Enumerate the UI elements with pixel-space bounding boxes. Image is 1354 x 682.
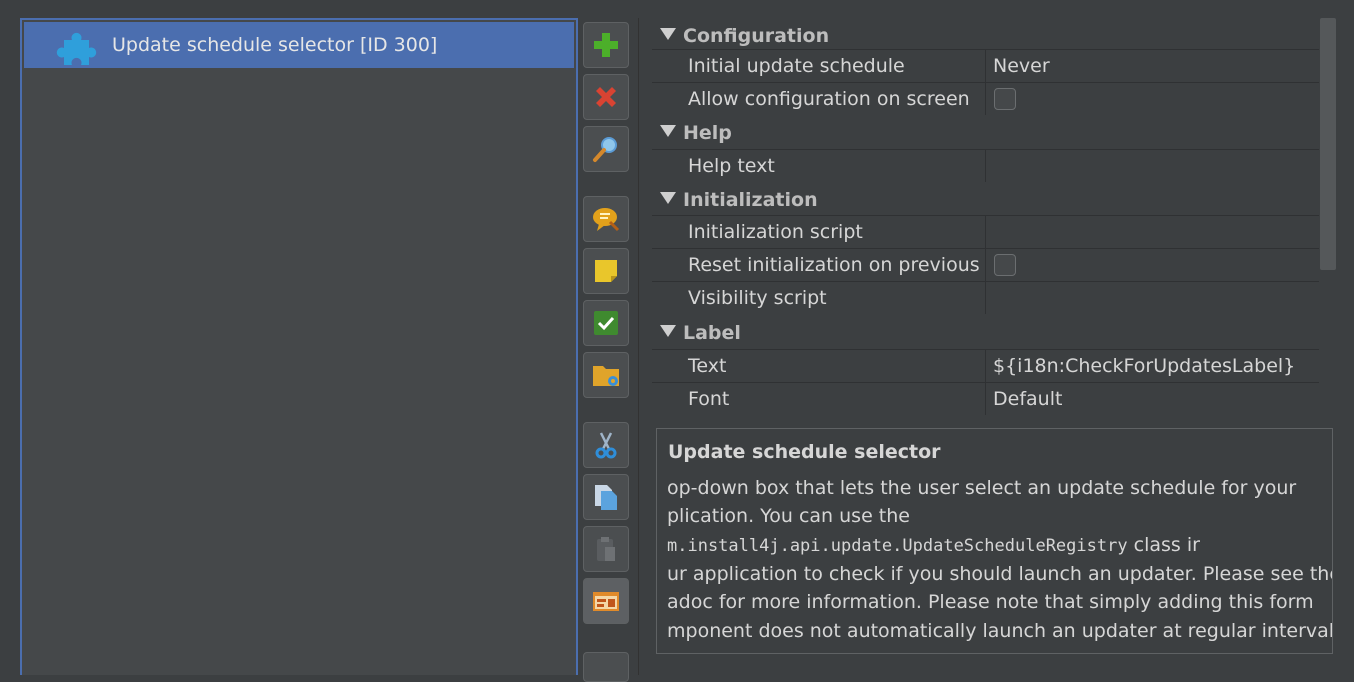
collapse-triangle-icon xyxy=(660,325,676,337)
checkmark-icon xyxy=(594,311,618,335)
reset-initialization-checkbox[interactable] xyxy=(994,254,1016,276)
property-scrollbar-thumb[interactable] xyxy=(1320,18,1336,270)
property-initial-update-schedule[interactable]: Initial update schedule Never xyxy=(652,49,1319,82)
magnifier-icon xyxy=(593,137,617,162)
category-label[interactable]: Label xyxy=(652,315,1319,348)
folder-button[interactable] xyxy=(583,352,629,398)
property-initialization-script[interactable]: Initialization script xyxy=(652,215,1319,248)
panel-separator xyxy=(638,18,639,675)
description-line: adoc for more information. Please note t… xyxy=(667,591,1314,613)
cut-button[interactable] xyxy=(583,422,629,468)
more-button[interactable] xyxy=(583,652,629,682)
tree-item-selected[interactable]: Update schedule selector [ID 300] xyxy=(24,22,574,68)
property-value[interactable]: Never xyxy=(993,50,1050,82)
collapse-triangle-icon xyxy=(660,125,676,137)
component-tree[interactable]: Update schedule selector [ID 300] xyxy=(20,18,578,675)
category-configuration[interactable]: Configuration xyxy=(652,18,1319,51)
allow-configuration-checkbox[interactable] xyxy=(994,88,1016,110)
property-help-text[interactable]: Help text xyxy=(652,149,1319,182)
property-reset-initialization[interactable]: Reset initialization on previous xyxy=(652,248,1319,281)
property-text[interactable]: Text ${i18n:CheckForUpdatesLabel} xyxy=(652,349,1319,382)
sticky-note-icon xyxy=(595,260,617,282)
description-title: Update schedule selector xyxy=(668,441,941,463)
category-help[interactable]: Help xyxy=(652,115,1319,148)
tree-item-label: Update schedule selector [ID 300] xyxy=(112,34,438,56)
property-sheet: Configuration Initial update schedule Ne… xyxy=(652,18,1319,416)
red-x-icon xyxy=(596,87,616,107)
copy-button[interactable] xyxy=(583,474,629,520)
description-line: ur application to check if you should la… xyxy=(667,563,1333,585)
collapse-triangle-icon xyxy=(660,192,676,204)
search-button[interactable] xyxy=(583,126,629,172)
property-visibility-script[interactable]: Visibility script xyxy=(652,281,1319,314)
form-component-icon xyxy=(593,592,619,611)
folder-gear-icon xyxy=(593,366,619,386)
note-button[interactable] xyxy=(583,248,629,294)
description-line: plication. You can use the xyxy=(667,505,910,527)
property-value[interactable]: Default xyxy=(993,383,1062,415)
plus-icon xyxy=(594,33,618,57)
category-initialization[interactable]: Initialization xyxy=(652,182,1319,215)
description-code: m.install4j.api.update.UpdateScheduleReg… xyxy=(667,536,1128,556)
property-value[interactable]: ${i18n:CheckForUpdatesLabel} xyxy=(993,350,1295,382)
form-button[interactable] xyxy=(583,578,629,624)
copy-icon xyxy=(595,485,617,510)
delete-button[interactable] xyxy=(583,74,629,120)
scissors-icon xyxy=(595,432,617,459)
clipboard-icon xyxy=(597,537,615,561)
check-button[interactable] xyxy=(583,300,629,346)
description-line: m.install4j.api.update.UpdateScheduleReg… xyxy=(667,534,1200,556)
description-line: mponent does not automatically launch an… xyxy=(667,620,1333,642)
collapse-triangle-icon xyxy=(660,28,676,40)
comment-button[interactable] xyxy=(583,196,629,242)
vertical-toolbar xyxy=(583,0,631,682)
add-button[interactable] xyxy=(583,22,629,68)
description-line: op-down box that lets the user select an… xyxy=(667,477,1297,499)
paste-button[interactable] xyxy=(583,526,629,572)
speech-bubble-icon xyxy=(593,208,620,232)
property-font[interactable]: Font Default xyxy=(652,382,1319,415)
property-allow-configuration[interactable]: Allow configuration on screen xyxy=(652,82,1319,115)
description-panel: Update schedule selector op-down box tha… xyxy=(656,428,1333,654)
puzzle-piece-icon xyxy=(56,32,97,65)
